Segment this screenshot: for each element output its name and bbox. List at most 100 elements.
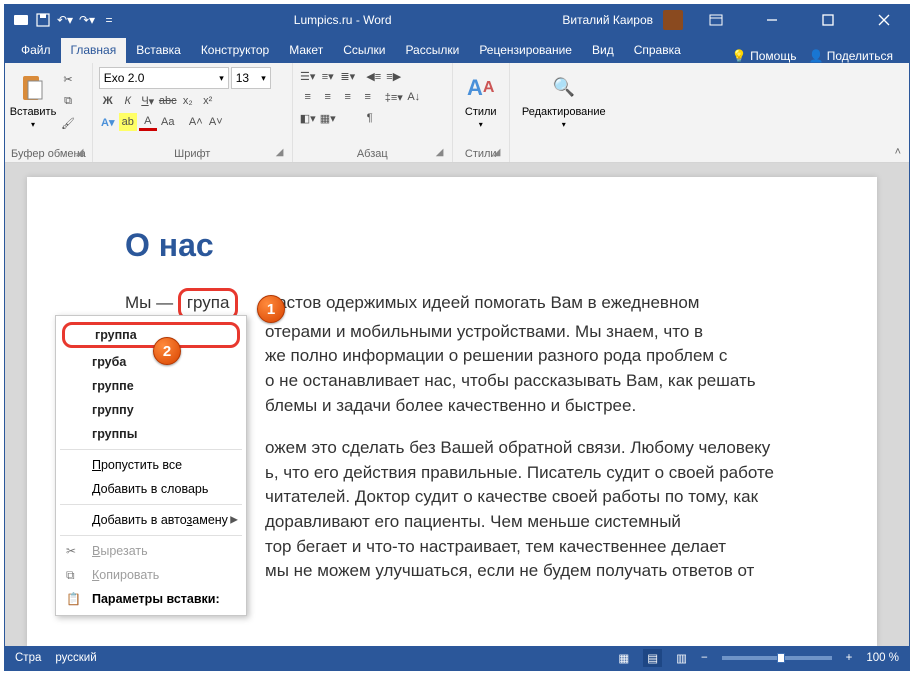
italic-button[interactable]: К (119, 92, 137, 110)
sort-icon[interactable]: A↓ (405, 88, 423, 106)
subscript-button[interactable]: x₂ (179, 92, 197, 110)
group-paragraph: ☰▾ ≡▾ ≣▾ ◀≡ ≡▶ ≡ ≡ ≡ ≡ ‡≡▾ A↓ ◧▾ (293, 63, 453, 162)
highlight-button[interactable]: ab (119, 113, 137, 131)
font-name-combo[interactable]: Exo 2.0▾ (99, 67, 229, 89)
zoom-slider[interactable] (722, 656, 832, 660)
titlebar: ↶▾ ↷▾ = Lumpics.ru - Word Виталий Каиров (5, 5, 909, 35)
redo-icon[interactable]: ↷▾ (79, 12, 95, 28)
styles-launcher[interactable]: ◢ (493, 147, 505, 159)
suggestion-3[interactable]: группе (56, 374, 246, 398)
ribbon-tabs: Файл Главная Вставка Конструктор Макет С… (5, 35, 909, 63)
status-language[interactable]: русский (55, 652, 96, 664)
web-layout-icon[interactable]: ▥ (676, 651, 687, 665)
user-name[interactable]: Виталий Каиров (562, 13, 653, 27)
clipboard-launcher[interactable]: ◢ (76, 147, 88, 159)
multilevel-icon[interactable]: ≣▾ (339, 67, 357, 85)
tab-file[interactable]: Файл (11, 38, 61, 63)
tell-me[interactable]: 💡 Помощь (732, 49, 797, 63)
borders-icon[interactable]: ▦▾ (319, 109, 337, 127)
find-icon: 🔍 (548, 72, 580, 104)
show-marks-icon[interactable]: ¶ (361, 109, 379, 127)
group-styles: AA Стили▾ Стили ◢ (453, 63, 510, 162)
add-to-autocorrect[interactable]: Добавить в автозамену▶ (56, 508, 246, 532)
zoom-level[interactable]: 100 % (866, 652, 899, 664)
tab-layout[interactable]: Макет (279, 38, 333, 63)
grow-font-button[interactable]: A˄ (187, 113, 205, 131)
group-font: Exo 2.0▾ 13▾ Ж К Ч▾ abc x₂ x² A▾ ab A Aa (93, 63, 293, 162)
tab-help[interactable]: Справка (624, 38, 691, 63)
tab-insert[interactable]: Вставка (126, 38, 191, 63)
change-case-button[interactable]: Aa (159, 113, 177, 131)
format-painter-icon[interactable]: 🖌 (59, 114, 77, 132)
decrease-indent-icon[interactable]: ◀≡ (365, 67, 383, 85)
ribbon: Вставить ▾ ✂ ⧉ 🖌 Буфер обмена ◢ Exo 2.0▾… (5, 63, 909, 163)
group-editing: 🔍 Редактирование▾ (510, 63, 618, 162)
copy-icon[interactable]: ⧉ (59, 92, 77, 110)
suggestion-4[interactable]: группу (56, 398, 246, 422)
callout-1: 1 (257, 295, 285, 323)
paste-icon (17, 72, 49, 104)
spellcheck-context-menu: группа груба группе группу группы Пропус… (55, 315, 247, 616)
tab-view[interactable]: Вид (582, 38, 624, 63)
align-right-icon[interactable]: ≡ (339, 88, 357, 106)
align-center-icon[interactable]: ≡ (319, 88, 337, 106)
statusbar: Стра русский ▦ ▤ ▥ − + 100 % (5, 646, 909, 670)
ribbon-display-options-icon[interactable] (693, 5, 739, 35)
superscript-button[interactable]: x² (199, 92, 217, 110)
suggestion-2[interactable]: груба (56, 350, 246, 374)
font-color-button[interactable]: A (139, 113, 157, 131)
read-mode-icon[interactable]: ▦ (618, 651, 629, 665)
close-button[interactable] (861, 5, 907, 35)
undo-icon[interactable]: ↶▾ (57, 12, 73, 28)
cut-icon: ✂ (66, 544, 80, 558)
shading-icon[interactable]: ◧▾ (299, 109, 317, 127)
tab-mailings[interactable]: Рассылки (395, 38, 469, 63)
qat-dropdown-icon[interactable]: = (101, 12, 117, 28)
font-size-combo[interactable]: 13▾ (231, 67, 271, 89)
word-logo (13, 12, 29, 28)
avatar[interactable] (663, 10, 683, 30)
styles-button[interactable]: AA Стили▾ (459, 67, 503, 133)
minimize-button[interactable] (749, 5, 795, 35)
editing-button[interactable]: 🔍 Редактирование▾ (516, 67, 612, 133)
strike-button[interactable]: abc (159, 92, 177, 110)
bullets-icon[interactable]: ☰▾ (299, 67, 317, 85)
text-effects-button[interactable]: A▾ (99, 113, 117, 131)
collapse-ribbon-icon[interactable]: ˄ (887, 142, 909, 162)
print-layout-icon[interactable]: ▤ (643, 649, 662, 667)
chevron-right-icon: ▶ (230, 515, 238, 526)
font-launcher[interactable]: ◢ (276, 147, 288, 159)
tab-references[interactable]: Ссылки (333, 38, 395, 63)
shrink-font-button[interactable]: A˅ (207, 113, 225, 131)
document-area: О нас Мы — група xxxxастов одержимых иде… (5, 163, 909, 646)
tab-review[interactable]: Рецензирование (469, 38, 582, 63)
save-icon[interactable] (35, 12, 51, 28)
paste-button[interactable]: Вставить ▾ (11, 67, 55, 133)
status-page[interactable]: Стра (15, 652, 41, 664)
numbering-icon[interactable]: ≡▾ (319, 67, 337, 85)
skip-all[interactable]: Пропустить все (56, 453, 246, 477)
suggestion-1[interactable]: группа (62, 322, 240, 348)
paragraph-launcher[interactable]: ◢ (436, 147, 448, 159)
tab-home[interactable]: Главная (61, 38, 127, 63)
copy-icon: ⧉ (66, 568, 80, 582)
underline-button[interactable]: Ч▾ (139, 92, 157, 110)
callout-2: 2 (153, 337, 181, 365)
align-left-icon[interactable]: ≡ (299, 88, 317, 106)
window-title: Lumpics.ru - Word (125, 13, 560, 27)
increase-indent-icon[interactable]: ≡▶ (385, 67, 403, 85)
paste-options-item[interactable]: 📋Параметры вставки: (56, 587, 246, 611)
suggestion-5[interactable]: группы (56, 422, 246, 446)
maximize-button[interactable] (805, 5, 851, 35)
zoom-in-button[interactable]: + (846, 652, 853, 664)
bold-button[interactable]: Ж (99, 92, 117, 110)
paste-icon: 📋 (66, 592, 80, 606)
add-to-dictionary[interactable]: Добавить в словарь (56, 477, 246, 501)
styles-icon: AA (465, 72, 497, 104)
zoom-out-button[interactable]: − (701, 652, 708, 664)
tab-design[interactable]: Конструктор (191, 38, 279, 63)
justify-icon[interactable]: ≡ (359, 88, 377, 106)
line-spacing-icon[interactable]: ‡≡▾ (385, 88, 403, 106)
share-button[interactable]: 👤 Поделиться (808, 49, 893, 63)
cut-icon[interactable]: ✂ (59, 70, 77, 88)
